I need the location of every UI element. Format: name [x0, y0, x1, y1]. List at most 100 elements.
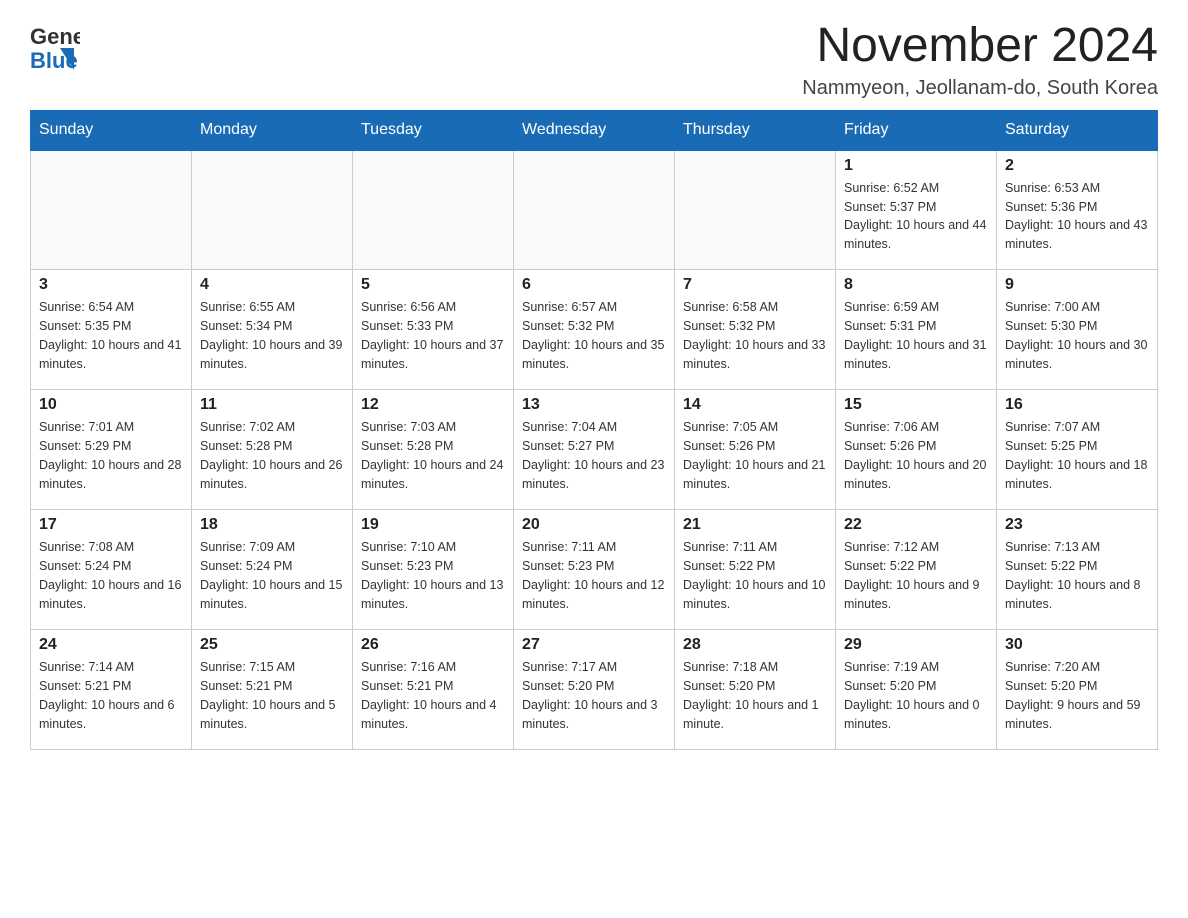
day-info: Sunrise: 7:08 AM Sunset: 5:24 PM Dayligh… — [39, 538, 183, 613]
calendar-day-cell: 21Sunrise: 7:11 AM Sunset: 5:22 PM Dayli… — [675, 510, 836, 630]
day-info: Sunrise: 7:10 AM Sunset: 5:23 PM Dayligh… — [361, 538, 505, 613]
day-number: 21 — [683, 516, 827, 534]
day-number: 7 — [683, 276, 827, 294]
day-number: 13 — [522, 396, 666, 414]
calendar-day-cell: 13 Sunrise: 7:04 AM Sunset: 5:27 PM Dayli… — [514, 390, 675, 510]
calendar-day-cell — [353, 150, 514, 270]
svg-text:Blue: Blue — [30, 48, 78, 73]
day-number: 29 — [844, 636, 988, 654]
day-info: Sunrise: 7:17 AM Sunset: 5:20 PM Dayligh… — [522, 658, 666, 733]
day-info: Sunrise: 7:11 AM Sunset: 5:23 PM Dayligh… — [522, 538, 666, 613]
day-number: 22 — [844, 516, 988, 534]
day-number: 3 — [39, 276, 183, 294]
day-number: 24 — [39, 636, 183, 654]
day-info: Sunrise: 7:13 AM Sunset: 5:22 PM Dayligh… — [1005, 538, 1149, 613]
calendar-day-cell: 18 Sunrise: 7:09 AM Sunset: 5:24 PM Dayli… — [192, 510, 353, 630]
day-info: Sunrise: 7:01 AM Sunset: 5:29 PM Dayligh… — [39, 418, 183, 493]
calendar-day-cell: 5 Sunrise: 6:56 AM Sunset: 5:33 PM Daylig… — [353, 270, 514, 390]
day-number: 18 — [200, 516, 344, 534]
calendar-day-cell: 17 Sunrise: 7:08 AM Sunset: 5:24 PM Dayli… — [31, 510, 192, 630]
day-number: 17 — [39, 516, 183, 534]
day-info: Sunrise: 7:02 AM Sunset: 5:28 PM Dayligh… — [200, 418, 344, 493]
day-number: 11 — [200, 396, 344, 414]
day-number: 19 — [361, 516, 505, 534]
day-info: Sunrise: 6:58 AM Sunset: 5:32 PM Dayligh… — [683, 298, 827, 373]
day-info: Sunrise: 7:09 AM Sunset: 5:24 PM Dayligh… — [200, 538, 344, 613]
calendar-day-header: Friday — [836, 110, 997, 150]
calendar-day-cell: 28 Sunrise: 7:18 AM Sunset: 5:20 PM Dayli… — [675, 630, 836, 750]
day-info: Sunrise: 6:53 AM Sunset: 5:36 PM Dayligh… — [1005, 179, 1149, 254]
day-info: Sunrise: 7:18 AM Sunset: 5:20 PM Dayligh… — [683, 658, 827, 733]
svg-text:General: General — [30, 24, 80, 49]
day-info: Sunrise: 6:59 AM Sunset: 5:31 PM Dayligh… — [844, 298, 988, 373]
calendar-day-cell: 1Sunrise: 6:52 AM Sunset: 5:37 PM Daylig… — [836, 150, 997, 270]
calendar-day-cell: 7 Sunrise: 6:58 AM Sunset: 5:32 PM Daylig… — [675, 270, 836, 390]
day-number: 25 — [200, 636, 344, 654]
location: Nammyeon, Jeollanam-do, South Korea — [802, 77, 1158, 100]
calendar-day-cell: 30Sunrise: 7:20 AM Sunset: 5:20 PM Dayli… — [997, 630, 1158, 750]
calendar-week-row: 17 Sunrise: 7:08 AM Sunset: 5:24 PM Dayli… — [31, 510, 1158, 630]
calendar-day-cell: 11 Sunrise: 7:02 AM Sunset: 5:28 PM Dayli… — [192, 390, 353, 510]
calendar-day-cell: 8 Sunrise: 6:59 AM Sunset: 5:31 PM Daylig… — [836, 270, 997, 390]
day-info: Sunrise: 7:00 AM Sunset: 5:30 PM Dayligh… — [1005, 298, 1149, 373]
day-number: 10 — [39, 396, 183, 414]
calendar-day-cell: 25Sunrise: 7:15 AM Sunset: 5:21 PM Dayli… — [192, 630, 353, 750]
day-number: 30 — [1005, 636, 1149, 654]
day-info: Sunrise: 7:14 AM Sunset: 5:21 PM Dayligh… — [39, 658, 183, 733]
calendar-table: SundayMondayTuesdayWednesdayThursdayFrid… — [30, 110, 1158, 751]
day-number: 23 — [1005, 516, 1149, 534]
calendar-day-cell: 4Sunrise: 6:55 AM Sunset: 5:34 PM Daylig… — [192, 270, 353, 390]
day-number: 2 — [1005, 157, 1149, 175]
calendar-day-cell: 22 Sunrise: 7:12 AM Sunset: 5:22 PM Dayli… — [836, 510, 997, 630]
calendar-day-cell: 19 Sunrise: 7:10 AM Sunset: 5:23 PM Dayli… — [353, 510, 514, 630]
calendar-day-cell: 26 Sunrise: 7:16 AM Sunset: 5:21 PM Dayli… — [353, 630, 514, 750]
day-number: 15 — [844, 396, 988, 414]
day-number: 1 — [844, 157, 988, 175]
day-info: Sunrise: 7:16 AM Sunset: 5:21 PM Dayligh… — [361, 658, 505, 733]
calendar-day-cell: 12Sunrise: 7:03 AM Sunset: 5:28 PM Dayli… — [353, 390, 514, 510]
day-info: Sunrise: 7:07 AM Sunset: 5:25 PM Dayligh… — [1005, 418, 1149, 493]
logo: General Blue — [30, 20, 80, 75]
page-header: General Blue November 2024 Nammyeon, Jeo… — [30, 20, 1158, 100]
calendar-day-header: Thursday — [675, 110, 836, 150]
calendar-day-header: Monday — [192, 110, 353, 150]
calendar-day-cell: 24 Sunrise: 7:14 AM Sunset: 5:21 PM Dayli… — [31, 630, 192, 750]
day-info: Sunrise: 7:04 AM Sunset: 5:27 PM Dayligh… — [522, 418, 666, 493]
day-number: 4 — [200, 276, 344, 294]
day-number: 20 — [522, 516, 666, 534]
calendar-day-cell — [514, 150, 675, 270]
day-number: 8 — [844, 276, 988, 294]
calendar-day-cell: 2 Sunrise: 6:53 AM Sunset: 5:36 PM Daylig… — [997, 150, 1158, 270]
day-info: Sunrise: 7:12 AM Sunset: 5:22 PM Dayligh… — [844, 538, 988, 613]
calendar-day-header: Sunday — [31, 110, 192, 150]
calendar-week-row: 10 Sunrise: 7:01 AM Sunset: 5:29 PM Dayli… — [31, 390, 1158, 510]
day-number: 16 — [1005, 396, 1149, 414]
calendar-day-cell — [31, 150, 192, 270]
calendar-day-cell: 27Sunrise: 7:17 AM Sunset: 5:20 PM Dayli… — [514, 630, 675, 750]
calendar-day-cell: 29Sunrise: 7:19 AM Sunset: 5:20 PM Dayli… — [836, 630, 997, 750]
calendar-day-cell — [675, 150, 836, 270]
day-number: 6 — [522, 276, 666, 294]
calendar-week-row: 24 Sunrise: 7:14 AM Sunset: 5:21 PM Dayli… — [31, 630, 1158, 750]
day-info: Sunrise: 7:06 AM Sunset: 5:26 PM Dayligh… — [844, 418, 988, 493]
day-number: 9 — [1005, 276, 1149, 294]
calendar-day-cell: 9 Sunrise: 7:00 AM Sunset: 5:30 PM Daylig… — [997, 270, 1158, 390]
title-block: November 2024 Nammyeon, Jeollanam-do, So… — [802, 20, 1158, 100]
calendar-week-row: 3Sunrise: 6:54 AM Sunset: 5:35 PM Daylig… — [31, 270, 1158, 390]
calendar-day-cell: 20 Sunrise: 7:11 AM Sunset: 5:23 PM Dayli… — [514, 510, 675, 630]
calendar-day-cell: 16 Sunrise: 7:07 AM Sunset: 5:25 PM Dayli… — [997, 390, 1158, 510]
day-info: Sunrise: 6:56 AM Sunset: 5:33 PM Dayligh… — [361, 298, 505, 373]
calendar-day-cell — [192, 150, 353, 270]
calendar-week-row: 1Sunrise: 6:52 AM Sunset: 5:37 PM Daylig… — [31, 150, 1158, 270]
logo-icon: General Blue — [30, 20, 80, 75]
day-number: 5 — [361, 276, 505, 294]
calendar-day-cell: 23 Sunrise: 7:13 AM Sunset: 5:22 PM Dayli… — [997, 510, 1158, 630]
day-number: 28 — [683, 636, 827, 654]
calendar-day-header: Saturday — [997, 110, 1158, 150]
calendar-day-cell: 15 Sunrise: 7:06 AM Sunset: 5:26 PM Dayli… — [836, 390, 997, 510]
calendar-day-cell: 14Sunrise: 7:05 AM Sunset: 5:26 PM Dayli… — [675, 390, 836, 510]
day-info: Sunrise: 7:05 AM Sunset: 5:26 PM Dayligh… — [683, 418, 827, 493]
day-info: Sunrise: 6:57 AM Sunset: 5:32 PM Dayligh… — [522, 298, 666, 373]
day-number: 26 — [361, 636, 505, 654]
calendar-header-row: SundayMondayTuesdayWednesdayThursdayFrid… — [31, 110, 1158, 150]
